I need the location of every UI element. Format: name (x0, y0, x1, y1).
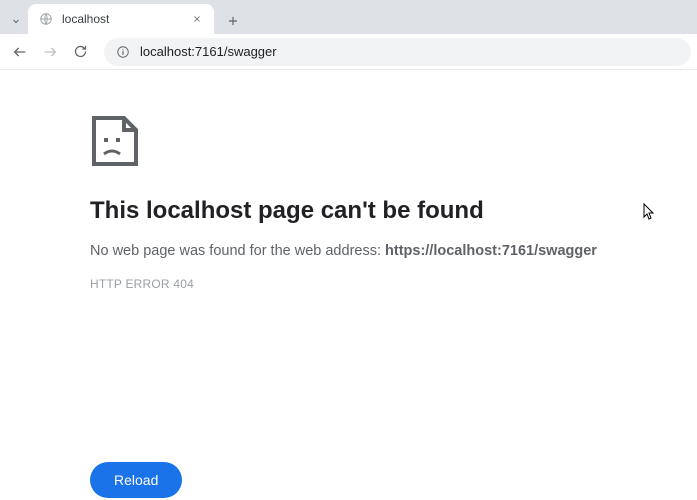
tab-strip: localhost (0, 0, 697, 34)
back-button[interactable] (6, 38, 34, 66)
reload-icon (73, 44, 88, 59)
chevron-down-icon (10, 15, 22, 27)
sad-page-icon (90, 114, 697, 173)
arrow-right-icon (42, 44, 58, 60)
arrow-left-icon (12, 44, 28, 60)
tab-title: localhost (62, 12, 182, 26)
error-code: HTTP ERROR 404 (90, 277, 697, 291)
globe-icon (38, 11, 54, 27)
error-description-prefix: No web page was found for the web addres… (90, 243, 385, 259)
close-icon (192, 14, 202, 24)
address-bar[interactable]: localhost:7161/swagger (104, 38, 691, 66)
site-info-icon[interactable] (116, 45, 130, 59)
new-tab-button[interactable] (220, 8, 246, 34)
plus-icon (226, 14, 240, 28)
address-bar-url: localhost:7161/swagger (140, 44, 277, 59)
error-description: No web page was found for the web addres… (90, 243, 697, 259)
browser-toolbar: localhost:7161/swagger (0, 34, 697, 70)
browser-tab[interactable]: localhost (28, 4, 214, 34)
error-description-url: https://localhost:7161/swagger (385, 243, 597, 259)
tab-search-chevron[interactable] (6, 8, 26, 34)
reload-button[interactable]: Reload (90, 462, 182, 498)
forward-button[interactable] (36, 38, 64, 66)
error-page-content: This localhost page can't be found No we… (0, 70, 697, 291)
reload-nav-button[interactable] (66, 38, 94, 66)
error-title: This localhost page can't be found (90, 197, 697, 225)
close-tab-button[interactable] (190, 12, 204, 26)
